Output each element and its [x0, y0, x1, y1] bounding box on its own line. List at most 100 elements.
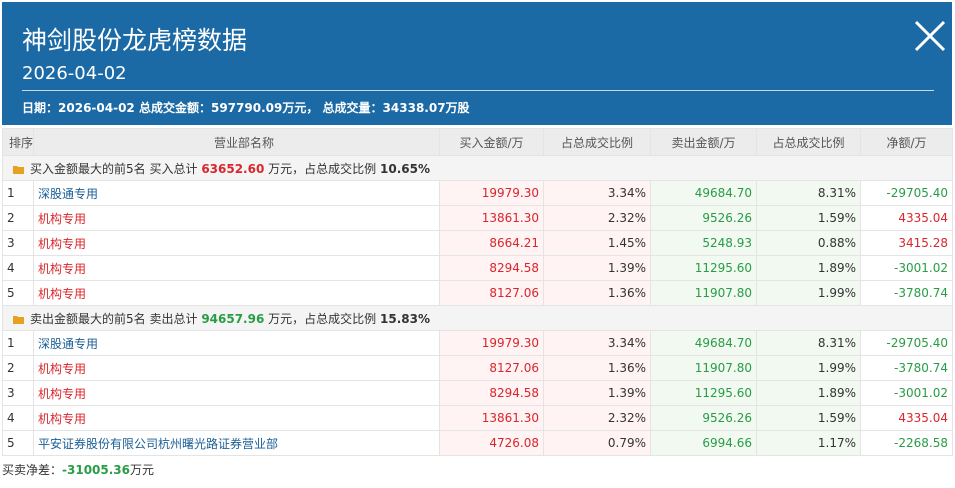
net-amount: -3001.02 [860, 255, 953, 281]
sell-amount: 11295.60 [650, 255, 757, 281]
buy-total-label: 买入总计 [149, 161, 198, 176]
net-amount: -2268.58 [860, 430, 953, 456]
rank-cell: 3 [2, 380, 34, 406]
table-row: 1 深股通专用 19979.30 3.34% 49684.70 8.31% -29705.4… [2, 330, 953, 356]
sell-pct: 8.31% [756, 180, 861, 206]
rank-cell: 2 [2, 355, 34, 381]
buy-ratio: 10.65% [380, 161, 430, 176]
buy-pct: 1.39% [543, 255, 651, 281]
table-header-row: 排序 营业部名称 买入金额/万 占总成交比例 卖出金额/万 占总成交比例 净额/… [2, 128, 953, 156]
sell-group-cell: 卖出金额最大的前5名 卖出总计 94657.96 万元，占总成交比例 15.83… [2, 305, 953, 331]
folder-icon [13, 165, 24, 174]
sell-amount: 11907.80 [650, 280, 757, 306]
buy-pct: 2.32% [543, 205, 651, 231]
buy-amount: 13861.30 [439, 205, 544, 231]
buy-pct: 3.34% [543, 180, 651, 206]
dragon-tiger-table: 排序 营业部名称 买入金额/万 占总成交比例 卖出金额/万 占总成交比例 净额/… [2, 128, 953, 456]
net-amount: -29705.40 [860, 330, 953, 356]
net-diff-value: -31005.36 [62, 463, 131, 477]
buy-amount: 8127.06 [439, 355, 544, 381]
page-date: 2026-04-02 [22, 63, 127, 84]
table-row: 1 深股通专用 19979.30 3.34% 49684.70 8.31% -29705.4… [2, 180, 953, 206]
rank-cell: 2 [2, 205, 34, 231]
summary-volume-label: 总成交量： [322, 101, 383, 115]
buy-pct: 1.45% [543, 230, 651, 256]
dept-link[interactable]: 机构专用 [33, 405, 440, 431]
dept-link[interactable]: 平安证券股份有限公司杭州曙光路证券营业部 [33, 430, 440, 456]
sell-amount: 11295.60 [650, 380, 757, 406]
dept-link[interactable]: 机构专用 [33, 280, 440, 306]
net-amount: -29705.40 [860, 180, 953, 206]
table-row: 5 机构专用 8127.06 1.36% 11907.80 1.99% -3780.74 [2, 280, 953, 306]
summary-date-label: 日期： [22, 101, 59, 115]
buy-pct: 3.34% [543, 330, 651, 356]
close-icon[interactable] [912, 18, 948, 54]
dept-link[interactable]: 深股通专用 [33, 180, 440, 206]
sell-group-label: 卖出金额最大的前5名 [30, 311, 146, 326]
buy-amount: 13861.30 [439, 405, 544, 431]
buy-pct: 0.79% [543, 430, 651, 456]
page-title: 神剑股份龙虎榜数据 [22, 26, 248, 55]
dept-link[interactable]: 机构专用 [33, 255, 440, 281]
sell-pct: 1.59% [756, 405, 861, 431]
buy-pct: 1.36% [543, 355, 651, 381]
buy-amount: 8664.21 [439, 230, 544, 256]
net-amount: 4335.04 [860, 405, 953, 431]
dept-link[interactable]: 机构专用 [33, 380, 440, 406]
net-amount: -3780.74 [860, 355, 953, 381]
sell-amount: 49684.70 [650, 180, 757, 206]
net-diff-label: 买卖净差： [2, 463, 63, 477]
col-sell: 卖出金额/万 [650, 128, 757, 156]
rank-cell: 5 [2, 280, 34, 306]
sell-pct: 1.17% [756, 430, 861, 456]
dept-link[interactable]: 机构专用 [33, 230, 440, 256]
buy-amount: 8294.58 [439, 255, 544, 281]
sell-ratio: 15.83% [380, 311, 430, 326]
trade-summary: 日期：2026-04-02 总成交金额：597790.09万元， 总成交量：34… [22, 100, 470, 116]
buy-unit-text: 万元，占总成交比例 [268, 161, 377, 176]
net-diff-unit: 万元 [130, 463, 155, 477]
summary-amount: 597790.09万元， [210, 101, 319, 115]
table-row: 2 机构专用 8127.06 1.36% 11907.80 1.99% -3780.74 [2, 355, 953, 381]
sell-amount: 5248.93 [650, 230, 757, 256]
sell-total: 94657.96 [201, 311, 265, 326]
sell-pct: 1.99% [756, 355, 861, 381]
summary-amount-label: 总成交金额： [138, 101, 211, 115]
dept-link[interactable]: 机构专用 [33, 205, 440, 231]
sell-unit-text: 万元，占总成交比例 [268, 311, 377, 326]
col-rank: 排序 [2, 128, 34, 156]
sell-pct: 1.59% [756, 205, 861, 231]
folder-icon [13, 315, 24, 324]
sell-amount: 49684.70 [650, 330, 757, 356]
close-button[interactable] [912, 18, 948, 54]
sell-pct: 8.31% [756, 330, 861, 356]
summary-date: 2026-04-02 [58, 101, 135, 115]
buy-group-cell: 买入金额最大的前5名 买入总计 63652.60 万元，占总成交比例 10.65… [2, 155, 953, 181]
buy-total: 63652.60 [201, 161, 265, 176]
net-amount: -3780.74 [860, 280, 953, 306]
sell-amount: 11907.80 [650, 355, 757, 381]
modal-header: 神剑股份龙虎榜数据 2026-04-02 日期：2026-04-02 总成交金额… [2, 2, 952, 125]
buy-amount: 8294.58 [439, 380, 544, 406]
table-row: 3 机构专用 8294.58 1.39% 11295.60 1.89% -3001.02 [2, 380, 953, 406]
rank-cell: 1 [2, 330, 34, 356]
sell-total-label: 卖出总计 [149, 311, 198, 326]
sell-amount: 9526.26 [650, 205, 757, 231]
buy-pct: 2.32% [543, 405, 651, 431]
buy-amount: 4726.08 [439, 430, 544, 456]
rank-cell: 4 [2, 255, 34, 281]
sell-pct: 1.89% [756, 255, 861, 281]
dept-link[interactable]: 机构专用 [33, 355, 440, 381]
sell-pct: 0.88% [756, 230, 861, 256]
net-amount: 4335.04 [860, 205, 953, 231]
col-dept: 营业部名称 [33, 128, 440, 156]
rank-cell: 3 [2, 230, 34, 256]
dept-link[interactable]: 深股通专用 [33, 330, 440, 356]
buy-group-row: 买入金额最大的前5名 买入总计 63652.60 万元，占总成交比例 10.65… [2, 155, 953, 181]
table-row: 5 平安证券股份有限公司杭州曙光路证券营业部 4726.08 0.79% 6994.66… [2, 430, 953, 456]
rank-cell: 5 [2, 430, 34, 456]
sell-pct: 1.89% [756, 380, 861, 406]
buy-group-label: 买入金额最大的前5名 [30, 161, 146, 176]
buy-amount: 8127.06 [439, 280, 544, 306]
buy-pct: 1.36% [543, 280, 651, 306]
